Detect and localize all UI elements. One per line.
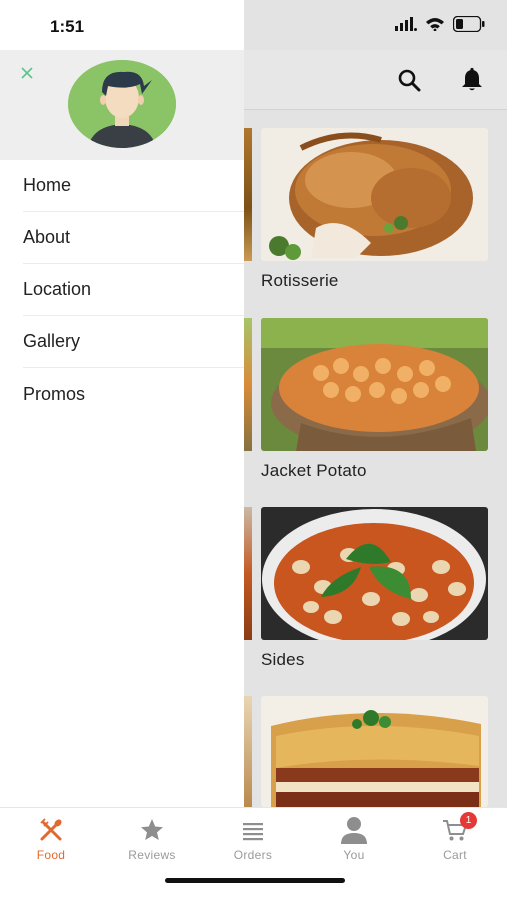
drawer-menu: Home About Location Gallery Promos [0, 160, 244, 420]
drawer-item-promos[interactable]: Promos [23, 368, 244, 420]
category-label: Rotisserie [261, 271, 339, 290]
drawer-header [0, 50, 244, 160]
person-icon [340, 816, 368, 844]
card-edge-image [244, 507, 252, 640]
category-card[interactable] [261, 696, 488, 807]
tab-label: Cart [443, 848, 467, 862]
status-bar: 1:51 [0, 0, 507, 50]
tab-cart[interactable]: 1 Cart [405, 812, 505, 866]
category-card[interactable]: Rotisserie [261, 128, 488, 291]
category-image [261, 318, 488, 451]
cart-icon: 1 [441, 812, 477, 844]
cart-badge: 1 [460, 812, 477, 829]
tab-label: Orders [233, 848, 273, 862]
home-indicator[interactable] [165, 878, 345, 883]
list-icon [239, 816, 267, 844]
tab-you[interactable]: You [304, 816, 404, 866]
utensils-icon [37, 816, 65, 844]
search-icon[interactable] [395, 66, 423, 94]
category-image [261, 128, 488, 261]
category-label: Sides [261, 650, 305, 669]
category-image [261, 696, 488, 807]
avatar[interactable] [68, 60, 176, 148]
wifi-icon [425, 17, 445, 36]
tab-label: You [343, 848, 365, 862]
drawer-item-gallery[interactable]: Gallery [23, 316, 244, 368]
card-edge-image [244, 318, 252, 451]
card-edge-image [244, 128, 252, 261]
bell-icon[interactable] [458, 66, 486, 94]
cellular-signal-icon [395, 17, 417, 36]
close-icon[interactable] [20, 66, 38, 84]
tab-orders[interactable]: Orders [203, 816, 303, 866]
category-card[interactable]: Sides [261, 507, 488, 670]
bottom-tab-bar: Food Reviews Orders You 1 Cart [0, 807, 507, 900]
drawer-item-home[interactable]: Home [23, 160, 244, 212]
status-icons [395, 15, 485, 37]
status-time: 1:51 [50, 17, 85, 36]
star-icon [138, 816, 166, 844]
card-edge-image [244, 696, 252, 807]
category-card[interactable]: Jacket Potato [261, 318, 488, 481]
status-bar-left [0, 0, 244, 50]
battery-icon [452, 15, 485, 37]
tab-label: Food [36, 848, 66, 862]
tab-food[interactable]: Food [1, 816, 101, 866]
drawer-item-about[interactable]: About [23, 212, 244, 264]
drawer-item-location[interactable]: Location [23, 264, 244, 316]
tab-reviews[interactable]: Reviews [102, 816, 202, 866]
category-label: Jacket Potato [261, 461, 367, 480]
tab-label: Reviews [128, 848, 176, 862]
category-image [261, 507, 488, 640]
side-drawer: Home About Location Gallery Promos [0, 50, 244, 807]
